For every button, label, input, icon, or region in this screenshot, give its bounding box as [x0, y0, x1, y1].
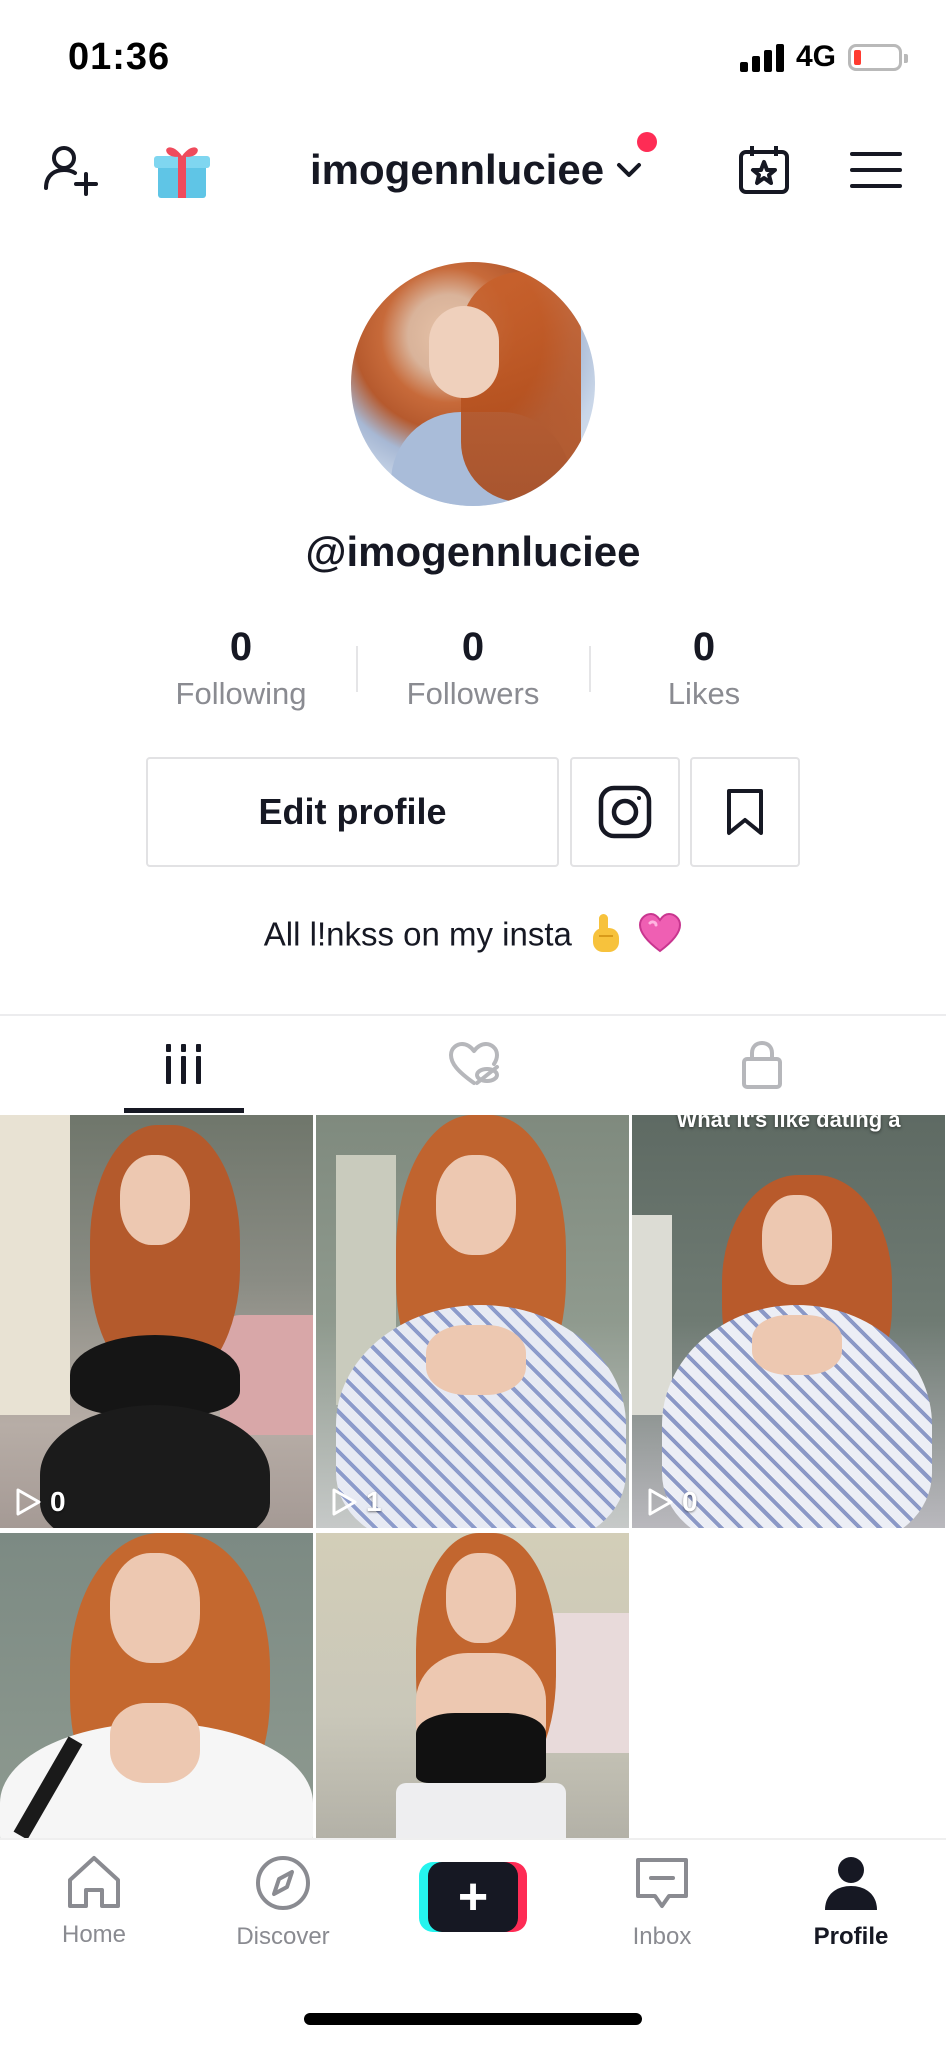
add-friend-button[interactable]	[30, 130, 110, 210]
bottom-navigation: Home Discover + Inbox Profile	[0, 1838, 946, 1978]
view-count: 1	[330, 1486, 382, 1518]
hamburger-menu-icon	[850, 152, 902, 188]
profile-bio: All l!nkss on my insta	[0, 912, 946, 962]
video-thumbnail[interactable]: 1	[316, 1115, 629, 1528]
video-caption: What it's like dating a	[676, 1115, 901, 1132]
nav-label: Inbox	[632, 1923, 692, 1950]
stat-divider	[356, 646, 358, 692]
active-tab-indicator	[124, 1108, 244, 1113]
avatar[interactable]	[351, 262, 595, 506]
username-switcher[interactable]: imogennluciee	[310, 140, 644, 200]
status-bar: 01:36 4G	[0, 0, 946, 110]
video-thumbnail[interactable]: What it's like dating a 0	[632, 1115, 945, 1528]
stat-value: 0	[229, 625, 253, 669]
profile-handle: @imogennluciee	[305, 528, 641, 575]
nav-label: Home	[61, 1921, 127, 1948]
private-lock-icon	[741, 1041, 782, 1089]
notification-dot	[637, 132, 657, 152]
stat-following[interactable]: 0 Following	[131, 622, 351, 712]
gift-icon	[154, 147, 210, 198]
play-icon	[648, 1488, 673, 1516]
compass-icon	[256, 1856, 310, 1910]
inbox-icon	[636, 1858, 688, 1908]
stat-label: Following	[175, 676, 307, 711]
gift-button[interactable]	[142, 130, 222, 210]
stat-value: 0	[461, 625, 485, 669]
person-icon	[825, 1857, 877, 1910]
stat-label: Followers	[406, 676, 540, 711]
network-type: 4G	[796, 40, 837, 73]
video-thumbnail[interactable]	[0, 1533, 313, 1838]
battery-icon	[848, 44, 908, 71]
signal-icon	[740, 44, 786, 72]
calendar-star-icon	[739, 146, 789, 194]
play-icon	[16, 1488, 41, 1516]
heart-emoji	[638, 912, 682, 961]
stat-likes[interactable]: 0 Likes	[594, 622, 814, 712]
pointing-up-emoji	[587, 912, 623, 962]
play-icon	[332, 1488, 357, 1516]
profile-header: imogennluciee	[0, 120, 946, 220]
home-indicator	[304, 2013, 642, 2025]
edit-profile-button[interactable]: Edit profile	[146, 757, 559, 867]
nav-profile[interactable]: Profile	[776, 1854, 926, 1951]
tab-liked[interactable]	[316, 1016, 631, 1112]
profile-tabs	[0, 1016, 946, 1112]
stat-divider	[589, 646, 591, 692]
stat-label: Likes	[667, 676, 741, 711]
create-video-button[interactable]: +	[419, 1862, 527, 1932]
nav-label: Discover	[236, 1923, 330, 1950]
header-username: imogennluciee	[310, 146, 605, 193]
chevron-down-icon	[617, 163, 642, 177]
bio-text: All l!nkss on my insta	[263, 915, 572, 953]
nav-discover[interactable]: Discover	[208, 1854, 358, 1951]
instagram-button[interactable]	[570, 757, 680, 867]
bookmark-icon	[727, 789, 763, 835]
home-icon	[68, 1856, 120, 1908]
creator-tools-button[interactable]	[724, 130, 804, 210]
nav-home[interactable]: Home	[19, 1854, 169, 1949]
instagram-icon	[598, 785, 652, 839]
video-thumbnail[interactable]: 0	[0, 1115, 313, 1528]
menu-button[interactable]	[836, 130, 916, 210]
add-user-icon	[44, 146, 98, 196]
view-count: 0	[14, 1486, 66, 1518]
view-count: 0	[646, 1486, 698, 1518]
videos-grid-icon	[165, 1044, 201, 1084]
liked-hidden-icon	[448, 1042, 499, 1085]
video-thumbnail[interactable]	[316, 1533, 629, 1838]
tab-private[interactable]	[604, 1016, 919, 1112]
profile-stats: 0 Following 0 Followers 0 Likes	[0, 622, 946, 722]
favorites-button[interactable]	[690, 757, 800, 867]
nav-inbox[interactable]: Inbox	[587, 1854, 737, 1951]
stat-value: 0	[692, 625, 716, 669]
status-time: 01:36	[68, 36, 171, 78]
nav-label: Profile	[813, 1923, 889, 1950]
stat-followers[interactable]: 0 Followers	[363, 622, 583, 712]
create-plus-icon: +	[428, 1862, 518, 1932]
tab-videos[interactable]	[26, 1016, 341, 1112]
